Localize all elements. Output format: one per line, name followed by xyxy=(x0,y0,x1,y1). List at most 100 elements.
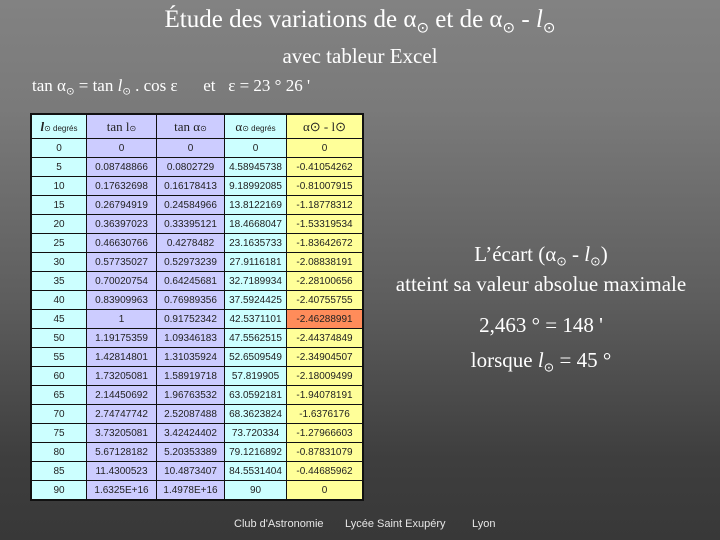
cell-diff: -2.34904507 xyxy=(286,347,364,367)
cell-tan-l: 0.57735027 xyxy=(86,252,157,272)
header-sub: ⊙ xyxy=(129,123,137,133)
cell-tan-alpha: 0 xyxy=(156,138,225,158)
cell-tan-l: 0.83909963 xyxy=(86,290,157,310)
cell-l: 25 xyxy=(30,233,87,253)
cell-l: 10 xyxy=(30,176,87,196)
cell-l: 60 xyxy=(30,366,87,386)
table-row: 15 0.26794919 0.24584966 13.8122169 -1.18778… xyxy=(30,195,364,215)
table-row: 80 5.67128182 5.20353389 79.1216892 -0.87831… xyxy=(30,442,364,462)
cell-l: 45 xyxy=(30,309,87,329)
cell-l: 0 xyxy=(30,138,87,158)
cell-l: 70 xyxy=(30,404,87,424)
cell-diff: -0.41054262 xyxy=(286,157,364,177)
cell-tan-l: 0.46630766 xyxy=(86,233,157,253)
subtitle: avec tableur Excel xyxy=(282,44,438,68)
title-text-mid: et de xyxy=(429,6,490,33)
cell-diff: -2.18009499 xyxy=(286,366,364,386)
cell-diff: 0 xyxy=(286,480,364,501)
cell-diff: -1.27966603 xyxy=(286,423,364,443)
cell-alpha: 9.18992085 xyxy=(224,176,287,196)
cell-tan-l: 0.26794919 xyxy=(86,195,157,215)
cell-l: 5 xyxy=(30,157,87,177)
cell-diff: -0.87831079 xyxy=(286,442,364,462)
cell-tan-alpha: 0.16178413 xyxy=(156,176,225,196)
cell-diff: -2.40755755 xyxy=(286,290,364,310)
note-text: lorsque xyxy=(470,348,538,372)
cell-alpha: 32.7189934 xyxy=(224,271,287,291)
alpha-symbol: α xyxy=(489,6,503,33)
note-text: = 45 ° xyxy=(554,348,612,372)
cell-tan-l: 2.74747742 xyxy=(86,404,157,424)
sun-symbol-icon: ⊙ xyxy=(416,18,430,37)
table-row: 50 1.19175359 1.09346183 47.5562515 -2.44374… xyxy=(30,328,364,348)
cell-tan-l: 1 xyxy=(86,309,157,329)
table-row: 30 0.57735027 0.52973239 27.9116181 -2.08838… xyxy=(30,252,364,272)
cell-tan-alpha: 5.20353389 xyxy=(156,442,225,462)
cell-tan-alpha: 0.4278482 xyxy=(156,233,225,253)
formula: tan α⊙ = tan l⊙ . cos ε et ε = 23 ° 26 ' xyxy=(32,76,310,98)
cell-tan-alpha: 10.4873407 xyxy=(156,461,225,481)
cell-diff: -0.81007915 xyxy=(286,176,364,196)
note-line-2: atteint sa valeur absolue maximale xyxy=(395,272,687,296)
cell-diff: -2.08838191 xyxy=(286,252,364,272)
header-main: tan l xyxy=(106,118,130,134)
note-line-4: lorsque l⊙ = 45 ° xyxy=(362,348,720,374)
note-text: L’écart (α xyxy=(474,242,557,266)
cell-tan-l: 2.14450692 xyxy=(86,385,157,405)
cell-tan-alpha: 2.52087488 xyxy=(156,404,225,424)
cell-tan-l: 0.08748866 xyxy=(86,157,157,177)
cell-diff: -1.18778312 xyxy=(286,195,364,215)
cell-diff: -2.46288991 xyxy=(286,309,364,329)
table-row: 40 0.83909963 0.76989356 37.5924425 -2.40755… xyxy=(30,290,364,310)
cell-l: 50 xyxy=(30,328,87,348)
header-tan-alpha: tan α⊙ xyxy=(156,113,225,139)
table-row: 10 0.17632698 0.16178413 9.18992085 -0.81007… xyxy=(30,176,364,196)
cell-tan-l: 1.6325E+16 xyxy=(86,480,157,501)
cell-alpha: 4.58945738 xyxy=(224,157,287,177)
sun-symbol-icon: ⊙ xyxy=(122,86,131,98)
cell-l: 20 xyxy=(30,214,87,234)
cell-tan-alpha: 0.33395121 xyxy=(156,214,225,234)
cell-tan-l: 3.73205081 xyxy=(86,423,157,443)
cell-l: 75 xyxy=(30,423,87,443)
cell-alpha: 68.3623824 xyxy=(224,404,287,424)
cell-diff: -2.28100656 xyxy=(286,271,364,291)
cell-tan-alpha: 1.58919718 xyxy=(156,366,225,386)
cell-diff: -1.94078191 xyxy=(286,385,364,405)
sun-symbol-icon: ⊙ xyxy=(556,253,567,269)
header-sub: ⊙ xyxy=(200,123,207,133)
cell-diff: -1.83642672 xyxy=(286,233,364,253)
cell-l: 15 xyxy=(30,195,87,215)
cell-alpha: 37.5924425 xyxy=(224,290,287,310)
cell-tan-alpha: 1.96763532 xyxy=(156,385,225,405)
cell-alpha: 84.5531404 xyxy=(224,461,287,481)
header-main: tan α xyxy=(174,118,201,134)
sun-symbol-icon: ⊙ xyxy=(543,359,555,375)
cell-tan-l: 1.73205081 xyxy=(86,366,157,386)
cell-tan-alpha: 1.31035924 xyxy=(156,347,225,367)
cell-tan-alpha: 0.76989356 xyxy=(156,290,225,310)
header-sub: ⊙ degrés xyxy=(44,123,78,133)
cell-alpha: 47.5562515 xyxy=(224,328,287,348)
footer-city: Lyon xyxy=(472,518,496,530)
cell-l: 30 xyxy=(30,252,87,272)
cell-tan-alpha: 1.09346183 xyxy=(156,328,225,348)
cell-alpha: 27.9116181 xyxy=(224,252,287,272)
title-dash: - xyxy=(515,6,536,33)
footer-school: Lycée Saint Exupéry xyxy=(345,518,446,530)
cell-l: 80 xyxy=(30,442,87,462)
sun-symbol-icon: ⊙ xyxy=(542,18,556,37)
cell-tan-l: 1.42814801 xyxy=(86,347,157,367)
cell-tan-alpha: 0.52973239 xyxy=(156,252,225,272)
cell-tan-alpha: 0.0802729 xyxy=(156,157,225,177)
table-row: 70 2.74747742 2.52087488 68.3623824 -1.63761… xyxy=(30,404,364,424)
table-row: 25 0.46630766 0.4278482 23.1635733 -1.836426… xyxy=(30,233,364,253)
table-row: 90 1.6325E+16 1.4978E+16 90 0 xyxy=(30,480,364,501)
note-text: ) xyxy=(600,242,608,266)
table-row: 45 1 0.91752342 42.5371101 -2.46288991 xyxy=(30,309,364,329)
header-sub: ⊙ degrés xyxy=(242,123,276,133)
table-row: 5 0.08748866 0.0802729 4.58945738 -0.4105426… xyxy=(30,157,364,177)
footer-club: Club d'Astronomie xyxy=(234,518,324,530)
table-row: 75 3.73205081 3.42424402 73.720334 -1.279666… xyxy=(30,423,364,443)
cell-tan-l: 0.70020754 xyxy=(86,271,157,291)
